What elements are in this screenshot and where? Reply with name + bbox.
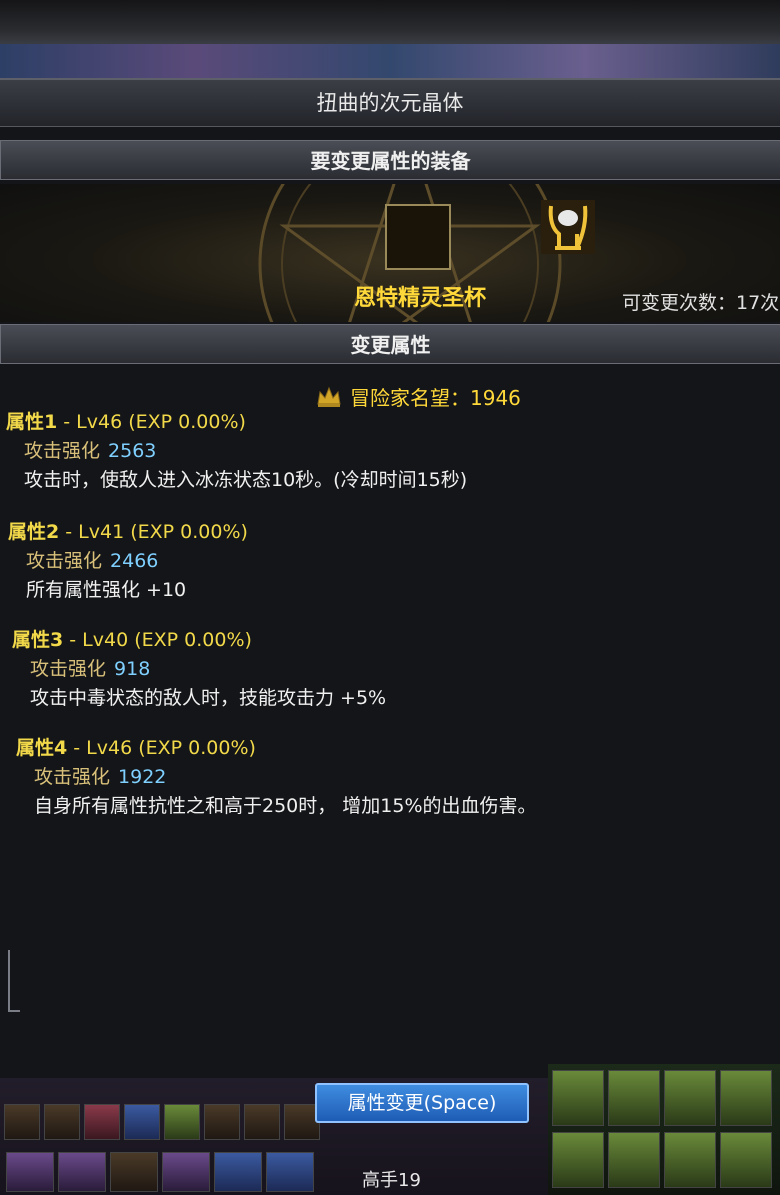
fame-crown-icon (317, 386, 341, 407)
attribute-title: 属性1 - Lv46 (EXP 0.00%) (6, 408, 467, 437)
attribute-description: 攻击时，使敌人进入冰冻状态10秒。(冷却时间15秒) (24, 469, 468, 491)
skill-slot[interactable] (608, 1070, 660, 1126)
attribute-stat: 攻击强化 918 (12, 655, 386, 684)
equipment-section-header: 要变更属性的装备 (0, 140, 780, 180)
attribute-level: - Lv41 (EXP 0.00%) (59, 521, 248, 543)
attribute-name: 属性3 (12, 629, 64, 651)
quick-slot[interactable] (164, 1104, 200, 1140)
skill-slot[interactable] (58, 1152, 106, 1192)
attribute-3: 属性3 - Lv40 (EXP 0.00%) 攻击强化 918 攻击中毒状态的敌人… (12, 626, 386, 713)
adventurer-fame: 冒险家名望：1946 (316, 382, 521, 411)
attribute-level: - Lv46 (EXP 0.00%) (67, 737, 256, 759)
monitor-bezel (0, 0, 780, 44)
skill-slot[interactable] (552, 1132, 604, 1188)
stat-value: 1922 (118, 766, 167, 788)
attribute-description: 攻击中毒状态的敌人时，技能攻击力 +5% (30, 687, 387, 709)
quick-slot[interactable] (204, 1104, 240, 1140)
skill-slot[interactable] (552, 1070, 604, 1126)
skill-slot[interactable] (6, 1152, 54, 1192)
attribute-title: 属性2 - Lv41 (EXP 0.00%) (8, 518, 248, 547)
attribute-description: 自身所有属性抗性之和高于250时， 增加15%的出血伤害。 (34, 795, 537, 817)
quick-slot[interactable] (84, 1104, 120, 1140)
game-background (0, 44, 780, 80)
attribute-stat: 攻击强化 2466 (8, 547, 248, 576)
quick-item-row (4, 1104, 320, 1140)
dimension-crystal-window: 扭曲的次元晶体 要变更属性的装备 恩特精灵圣杯 可变更次数：17次 变更属性 冒… (0, 78, 780, 1080)
stat-value: 918 (114, 658, 151, 680)
skill-slot[interactable] (720, 1070, 772, 1126)
stat-label: 攻击强化 (34, 766, 111, 788)
skill-slot[interactable] (266, 1152, 314, 1192)
skill-bar-right (548, 1064, 780, 1195)
stat-label: 攻击强化 (30, 658, 107, 680)
stat-value: 2563 (108, 440, 157, 462)
fame-value: 冒险家名望：1946 (350, 386, 521, 410)
attribute-level: - Lv40 (EXP 0.00%) (63, 629, 252, 651)
stat-value: 2466 (110, 550, 159, 572)
quick-slot[interactable] (4, 1104, 40, 1140)
attribute-1: 属性1 - Lv46 (EXP 0.00%) 攻击强化 2563 攻击时，使敌人进… (6, 408, 467, 495)
stat-label: 攻击强化 (24, 440, 101, 462)
attribute-title: 属性3 - Lv40 (EXP 0.00%) (12, 626, 386, 655)
item-name: 恩特精灵圣杯 (353, 286, 486, 311)
attribute-level: - Lv46 (EXP 0.00%) (57, 411, 246, 433)
attribute-list: 冒险家名望：1946 属性1 - Lv46 (EXP 0.00%) 攻击强化 25… (0, 368, 780, 1068)
equipment-display-area: 恩特精灵圣杯 可变更次数：17次 (0, 184, 780, 322)
change-count: 可变更次数：17次 (622, 292, 780, 314)
skill-slot[interactable] (664, 1070, 716, 1126)
attribute-name: 属性1 (6, 411, 58, 433)
equipment-item-slot[interactable] (385, 200, 595, 270)
attributes-section-header: 变更属性 (0, 324, 780, 364)
skill-slot[interactable] (162, 1152, 210, 1192)
attribute-name: 属性2 (8, 521, 60, 543)
quick-slot[interactable] (44, 1104, 80, 1140)
attribute-description: 所有属性强化 +10 (26, 579, 187, 601)
player-label: 高手19 (362, 1170, 421, 1191)
skill-slot[interactable] (214, 1152, 262, 1192)
attribute-4: 属性4 - Lv46 (EXP 0.00%) 攻击强化 1922 自身所有属性抗性… (16, 734, 537, 821)
attribute-name: 属性4 (16, 737, 68, 759)
quick-slot[interactable] (244, 1104, 280, 1140)
skill-slot[interactable] (608, 1132, 660, 1188)
skill-slot[interactable] (664, 1132, 716, 1188)
window-resize-corner (8, 950, 20, 1012)
skill-slot-row (6, 1152, 314, 1192)
skill-row-top (552, 1070, 772, 1126)
attribute-change-button[interactable]: 属性变更(Space) (315, 1083, 529, 1123)
chalice-item-icon (541, 200, 595, 254)
window-title: 扭曲的次元晶体 (0, 80, 780, 127)
attribute-title: 属性4 - Lv46 (EXP 0.00%) (16, 734, 537, 763)
skill-slot[interactable] (110, 1152, 158, 1192)
skill-slot[interactable] (720, 1132, 772, 1188)
stat-label: 攻击强化 (26, 550, 103, 572)
attribute-stat: 攻击强化 2563 (6, 437, 467, 466)
skill-row-bottom (552, 1132, 772, 1188)
quick-slot[interactable] (124, 1104, 160, 1140)
attribute-2: 属性2 - Lv41 (EXP 0.00%) 攻击强化 2466 所有属性强化 +… (8, 518, 248, 605)
attribute-stat: 攻击强化 1922 (16, 763, 537, 792)
